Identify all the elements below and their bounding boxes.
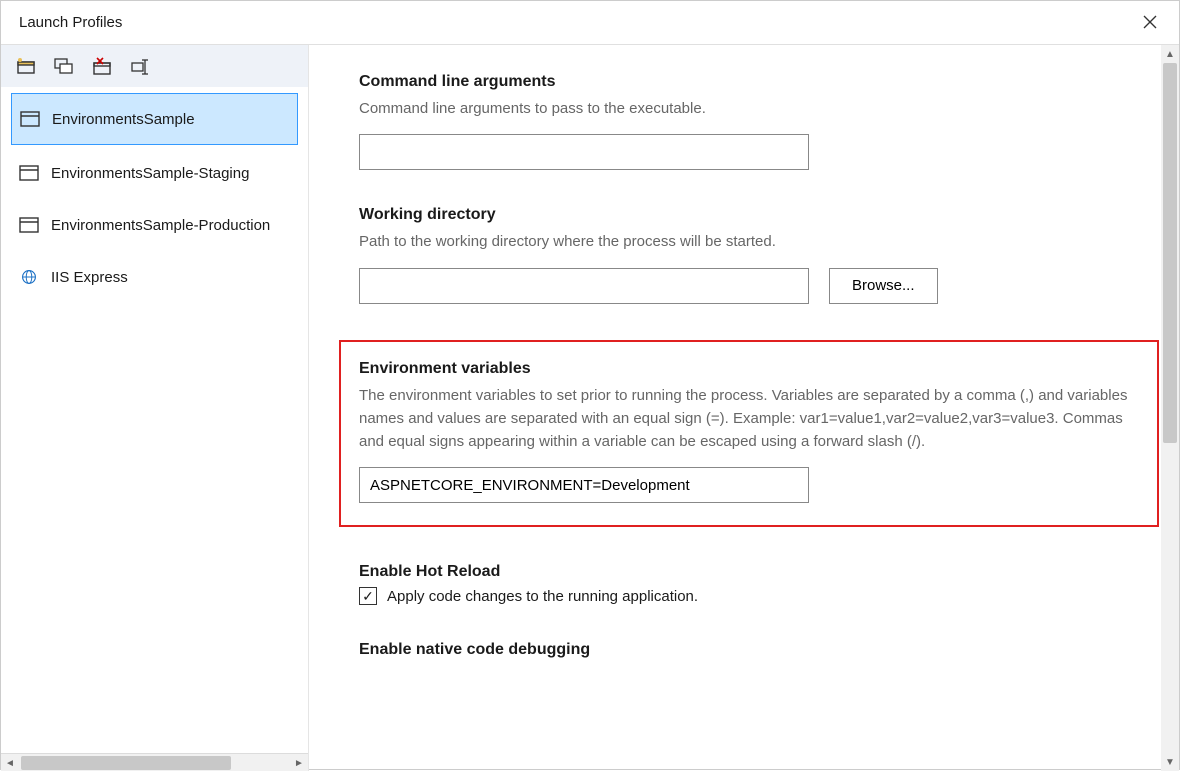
duplicate-profile-button[interactable] xyxy=(51,53,77,79)
envvars-input[interactable] xyxy=(359,467,809,503)
delete-profile-button[interactable] xyxy=(89,53,115,79)
sidebar-horizontal-scrollbar[interactable]: ◄ ► xyxy=(1,753,308,771)
section-desc: The environment variables to set prior t… xyxy=(359,384,1139,454)
profile-item[interactable]: IIS Express xyxy=(1,251,308,303)
hotreload-section: Enable Hot Reload ✓ Apply code changes t… xyxy=(359,563,1129,605)
close-icon xyxy=(1143,15,1157,29)
profile-item[interactable]: EnvironmentsSample-Production xyxy=(1,199,308,251)
envvars-section: Environment variables The environment va… xyxy=(339,340,1159,528)
profile-label: EnvironmentsSample-Staging xyxy=(51,165,249,182)
section-title: Command line arguments xyxy=(359,73,1129,91)
duplicate-profile-icon xyxy=(54,56,74,76)
main-panel: Command line arguments Command line argu… xyxy=(309,45,1179,771)
scroll-thumb[interactable] xyxy=(1163,63,1177,443)
window-title: Launch Profiles xyxy=(19,14,122,31)
workdir-section: Working directory Path to the working di… xyxy=(359,206,1129,303)
profile-item[interactable]: EnvironmentsSample xyxy=(11,93,298,145)
scroll-left-arrow-icon[interactable]: ◄ xyxy=(1,754,19,772)
delete-profile-icon xyxy=(92,56,112,76)
rename-profile-button[interactable] xyxy=(127,53,153,79)
window-icon xyxy=(19,217,39,233)
window-icon xyxy=(19,165,39,181)
profile-list: EnvironmentsSample EnvironmentsSample-St… xyxy=(1,87,308,753)
nativedebug-section: Enable native code debugging xyxy=(359,641,1129,659)
sidebar-toolbar xyxy=(1,45,308,87)
profile-item[interactable]: EnvironmentsSample-Staging xyxy=(1,147,308,199)
new-profile-icon xyxy=(16,56,36,76)
workdir-input[interactable] xyxy=(359,268,809,304)
browse-button[interactable]: Browse... xyxy=(829,268,938,304)
section-title: Enable Hot Reload xyxy=(359,563,1129,581)
section-desc: Command line arguments to pass to the ex… xyxy=(359,97,1129,120)
cmdline-input[interactable] xyxy=(359,134,809,170)
close-button[interactable] xyxy=(1135,10,1165,36)
scroll-thumb[interactable] xyxy=(21,756,231,770)
profile-label: EnvironmentsSample-Production xyxy=(51,217,270,234)
globe-icon xyxy=(19,269,39,285)
new-profile-button[interactable] xyxy=(13,53,39,79)
profile-label: EnvironmentsSample xyxy=(52,111,195,128)
section-title: Environment variables xyxy=(359,360,1139,378)
profile-label: IIS Express xyxy=(51,269,128,286)
sidebar: EnvironmentsSample EnvironmentsSample-St… xyxy=(1,45,309,771)
section-title: Working directory xyxy=(359,206,1129,224)
hotreload-checkbox[interactable]: ✓ xyxy=(359,587,377,605)
titlebar: Launch Profiles xyxy=(1,1,1179,45)
section-desc: Path to the working directory where the … xyxy=(359,230,1129,253)
scroll-right-arrow-icon[interactable]: ► xyxy=(290,754,308,772)
scroll-up-arrow-icon[interactable]: ▲ xyxy=(1161,45,1179,63)
scroll-down-arrow-icon[interactable]: ▼ xyxy=(1161,753,1179,771)
rename-profile-icon xyxy=(130,56,150,76)
window-icon xyxy=(20,111,40,127)
main-vertical-scrollbar[interactable]: ▲ ▼ xyxy=(1161,45,1179,771)
checkmark-icon: ✓ xyxy=(362,588,374,605)
cmdline-section: Command line arguments Command line argu… xyxy=(359,73,1129,170)
checkbox-label: Apply code changes to the running applic… xyxy=(387,588,698,605)
section-title: Enable native code debugging xyxy=(359,641,1129,659)
